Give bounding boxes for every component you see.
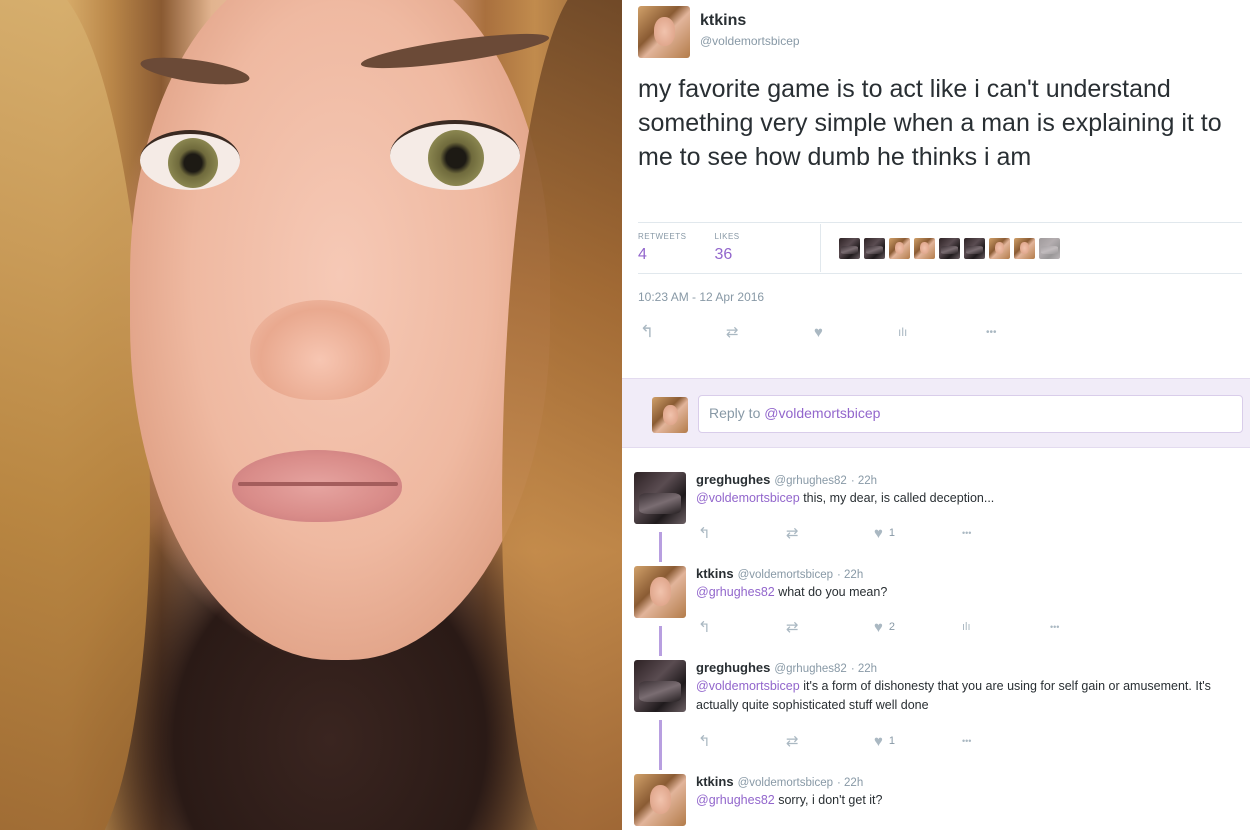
reply-mention[interactable]: @voldemortsbicep bbox=[696, 679, 800, 693]
reply-time[interactable]: · 22h bbox=[851, 663, 877, 675]
liker-avatars bbox=[838, 237, 1060, 259]
tweet-header: ktkins @voldemortsbicep bbox=[638, 6, 800, 58]
liker-avatar[interactable] bbox=[988, 237, 1010, 259]
reply-body: this, my dear, is called deception... bbox=[799, 491, 995, 505]
reply-author-name[interactable]: greghughes bbox=[696, 472, 770, 487]
retweet-stat[interactable]: RETWEETS 4 bbox=[638, 224, 712, 272]
like-count: 2 bbox=[888, 621, 896, 633]
reply-body: what do you mean? bbox=[774, 585, 888, 599]
author-handle[interactable]: @voldemortsbicep bbox=[700, 34, 800, 48]
reply-actions: ↰ ⇄ ♥ 1 ••• bbox=[698, 524, 971, 543]
reply-composer: Reply to @voldemortsbicep bbox=[622, 378, 1250, 448]
like-icon[interactable]: ♥ 1 bbox=[874, 733, 962, 750]
liker-avatar[interactable] bbox=[938, 237, 960, 259]
reply-avatar[interactable] bbox=[634, 660, 686, 712]
left-iris bbox=[168, 138, 218, 188]
like-count: 1 bbox=[888, 527, 896, 539]
author-name[interactable]: ktkins bbox=[700, 12, 800, 30]
tweet-timestamp[interactable]: 10:23 AM - 12 Apr 2016 bbox=[638, 290, 764, 304]
reply-avatar[interactable] bbox=[634, 472, 686, 524]
reply-text: @grhughes82 sorry, i don't get it? bbox=[696, 791, 1236, 810]
reply-icon[interactable]: ↰ bbox=[698, 524, 786, 542]
reply-author-handle[interactable]: @voldemortsbicep bbox=[738, 569, 833, 581]
liker-avatar[interactable] bbox=[913, 237, 935, 259]
right-eye bbox=[390, 120, 520, 190]
author-avatar[interactable] bbox=[638, 6, 690, 58]
liker-avatar[interactable] bbox=[963, 237, 985, 259]
reply-icon[interactable]: ↰ bbox=[698, 732, 786, 750]
more-icon[interactable]: ••• bbox=[962, 528, 971, 538]
thread-line bbox=[659, 626, 662, 656]
thread-line bbox=[659, 532, 662, 562]
composer-avatar bbox=[652, 397, 688, 433]
liker-avatar[interactable] bbox=[863, 237, 885, 259]
tweet-stats: RETWEETS 4 LIKES 36 bbox=[638, 222, 1242, 274]
reply-time[interactable]: · 22h bbox=[837, 777, 863, 789]
tweet-text: my favorite game is to act like i can't … bbox=[638, 75, 1222, 171]
liker-avatar[interactable] bbox=[1038, 237, 1060, 259]
reply-author-name[interactable]: greghughes bbox=[696, 660, 770, 675]
reply-icon[interactable]: ↰ bbox=[640, 322, 726, 342]
like-icon[interactable]: ♥ 1 bbox=[874, 525, 962, 542]
retweets-label: RETWEETS bbox=[638, 232, 687, 241]
liker-avatar[interactable] bbox=[888, 237, 910, 259]
tweet-actions: ↰ ⇄ ♥ ılı ••• bbox=[640, 322, 997, 342]
heart-icon: ♥ bbox=[874, 732, 883, 750]
more-icon[interactable]: ••• bbox=[962, 736, 971, 746]
reply-text: @voldemortsbicep this, my dear, is calle… bbox=[696, 489, 1236, 508]
tweet-panel: ktkins @voldemortsbicep my favorite game… bbox=[622, 0, 1250, 830]
selfie-photo bbox=[0, 0, 622, 830]
reply-input[interactable]: Reply to @voldemortsbicep bbox=[698, 395, 1243, 433]
reply-author-handle[interactable]: @grhughes82 bbox=[774, 663, 846, 675]
reply-mention[interactable]: @grhughes82 bbox=[696, 793, 775, 807]
heart-icon: ♥ bbox=[874, 524, 883, 542]
reply-author-handle[interactable]: @grhughes82 bbox=[774, 475, 846, 487]
reply-author-handle[interactable]: @voldemortsbicep bbox=[738, 777, 833, 789]
reply-avatar[interactable] bbox=[634, 566, 686, 618]
reply-time[interactable]: · 22h bbox=[837, 569, 863, 581]
liker-avatar[interactable] bbox=[1013, 237, 1035, 259]
retweet-icon[interactable]: ⇄ bbox=[726, 323, 814, 341]
like-icon[interactable]: ♥ 2 bbox=[874, 619, 962, 636]
reply-mention: @voldemortsbicep bbox=[764, 405, 881, 421]
more-icon[interactable]: ••• bbox=[986, 327, 997, 338]
reply-mention[interactable]: @voldemortsbicep bbox=[696, 491, 800, 505]
retweet-icon[interactable]: ⇄ bbox=[786, 732, 874, 750]
retweet-icon[interactable]: ⇄ bbox=[786, 618, 874, 636]
reply-avatar[interactable] bbox=[634, 774, 686, 826]
reply-body: sorry, i don't get it? bbox=[774, 793, 883, 807]
likes-count: 36 bbox=[714, 246, 733, 263]
thread-line bbox=[659, 720, 662, 770]
reply-author-name[interactable]: ktkins bbox=[696, 566, 734, 581]
lip-line bbox=[238, 482, 398, 486]
like-icon[interactable]: ♥ bbox=[814, 324, 898, 341]
reply-actions: ↰ ⇄ ♥ 2 ılı ••• bbox=[698, 618, 1059, 637]
nose bbox=[250, 300, 390, 400]
heart-icon: ♥ bbox=[874, 618, 883, 636]
like-count: 1 bbox=[888, 735, 896, 747]
analytics-icon[interactable]: ılı bbox=[898, 325, 986, 339]
hair-left bbox=[0, 0, 150, 830]
reply-author-name[interactable]: ktkins bbox=[696, 774, 734, 789]
reply-text: @voldemortsbicep it's a form of dishones… bbox=[696, 677, 1236, 715]
reply-text: @grhughes82 what do you mean? bbox=[696, 583, 1236, 602]
lips bbox=[232, 450, 402, 522]
reply-mention[interactable]: @grhughes82 bbox=[696, 585, 775, 599]
reply-icon[interactable]: ↰ bbox=[698, 618, 786, 636]
liker-avatar[interactable] bbox=[838, 237, 860, 259]
left-eye bbox=[140, 130, 240, 190]
analytics-icon[interactable]: ılı bbox=[962, 621, 1050, 633]
likes-stat[interactable]: LIKES 36 bbox=[714, 224, 821, 272]
reply-time[interactable]: · 22h bbox=[851, 475, 877, 487]
more-icon[interactable]: ••• bbox=[1050, 622, 1059, 632]
reply-prefix: Reply to bbox=[709, 405, 765, 421]
likes-label: LIKES bbox=[714, 232, 740, 241]
right-iris bbox=[428, 130, 484, 186]
reply-actions: ↰ ⇄ ♥ 1 ••• bbox=[698, 732, 971, 751]
retweet-icon[interactable]: ⇄ bbox=[786, 524, 874, 542]
retweets-count: 4 bbox=[638, 246, 647, 263]
